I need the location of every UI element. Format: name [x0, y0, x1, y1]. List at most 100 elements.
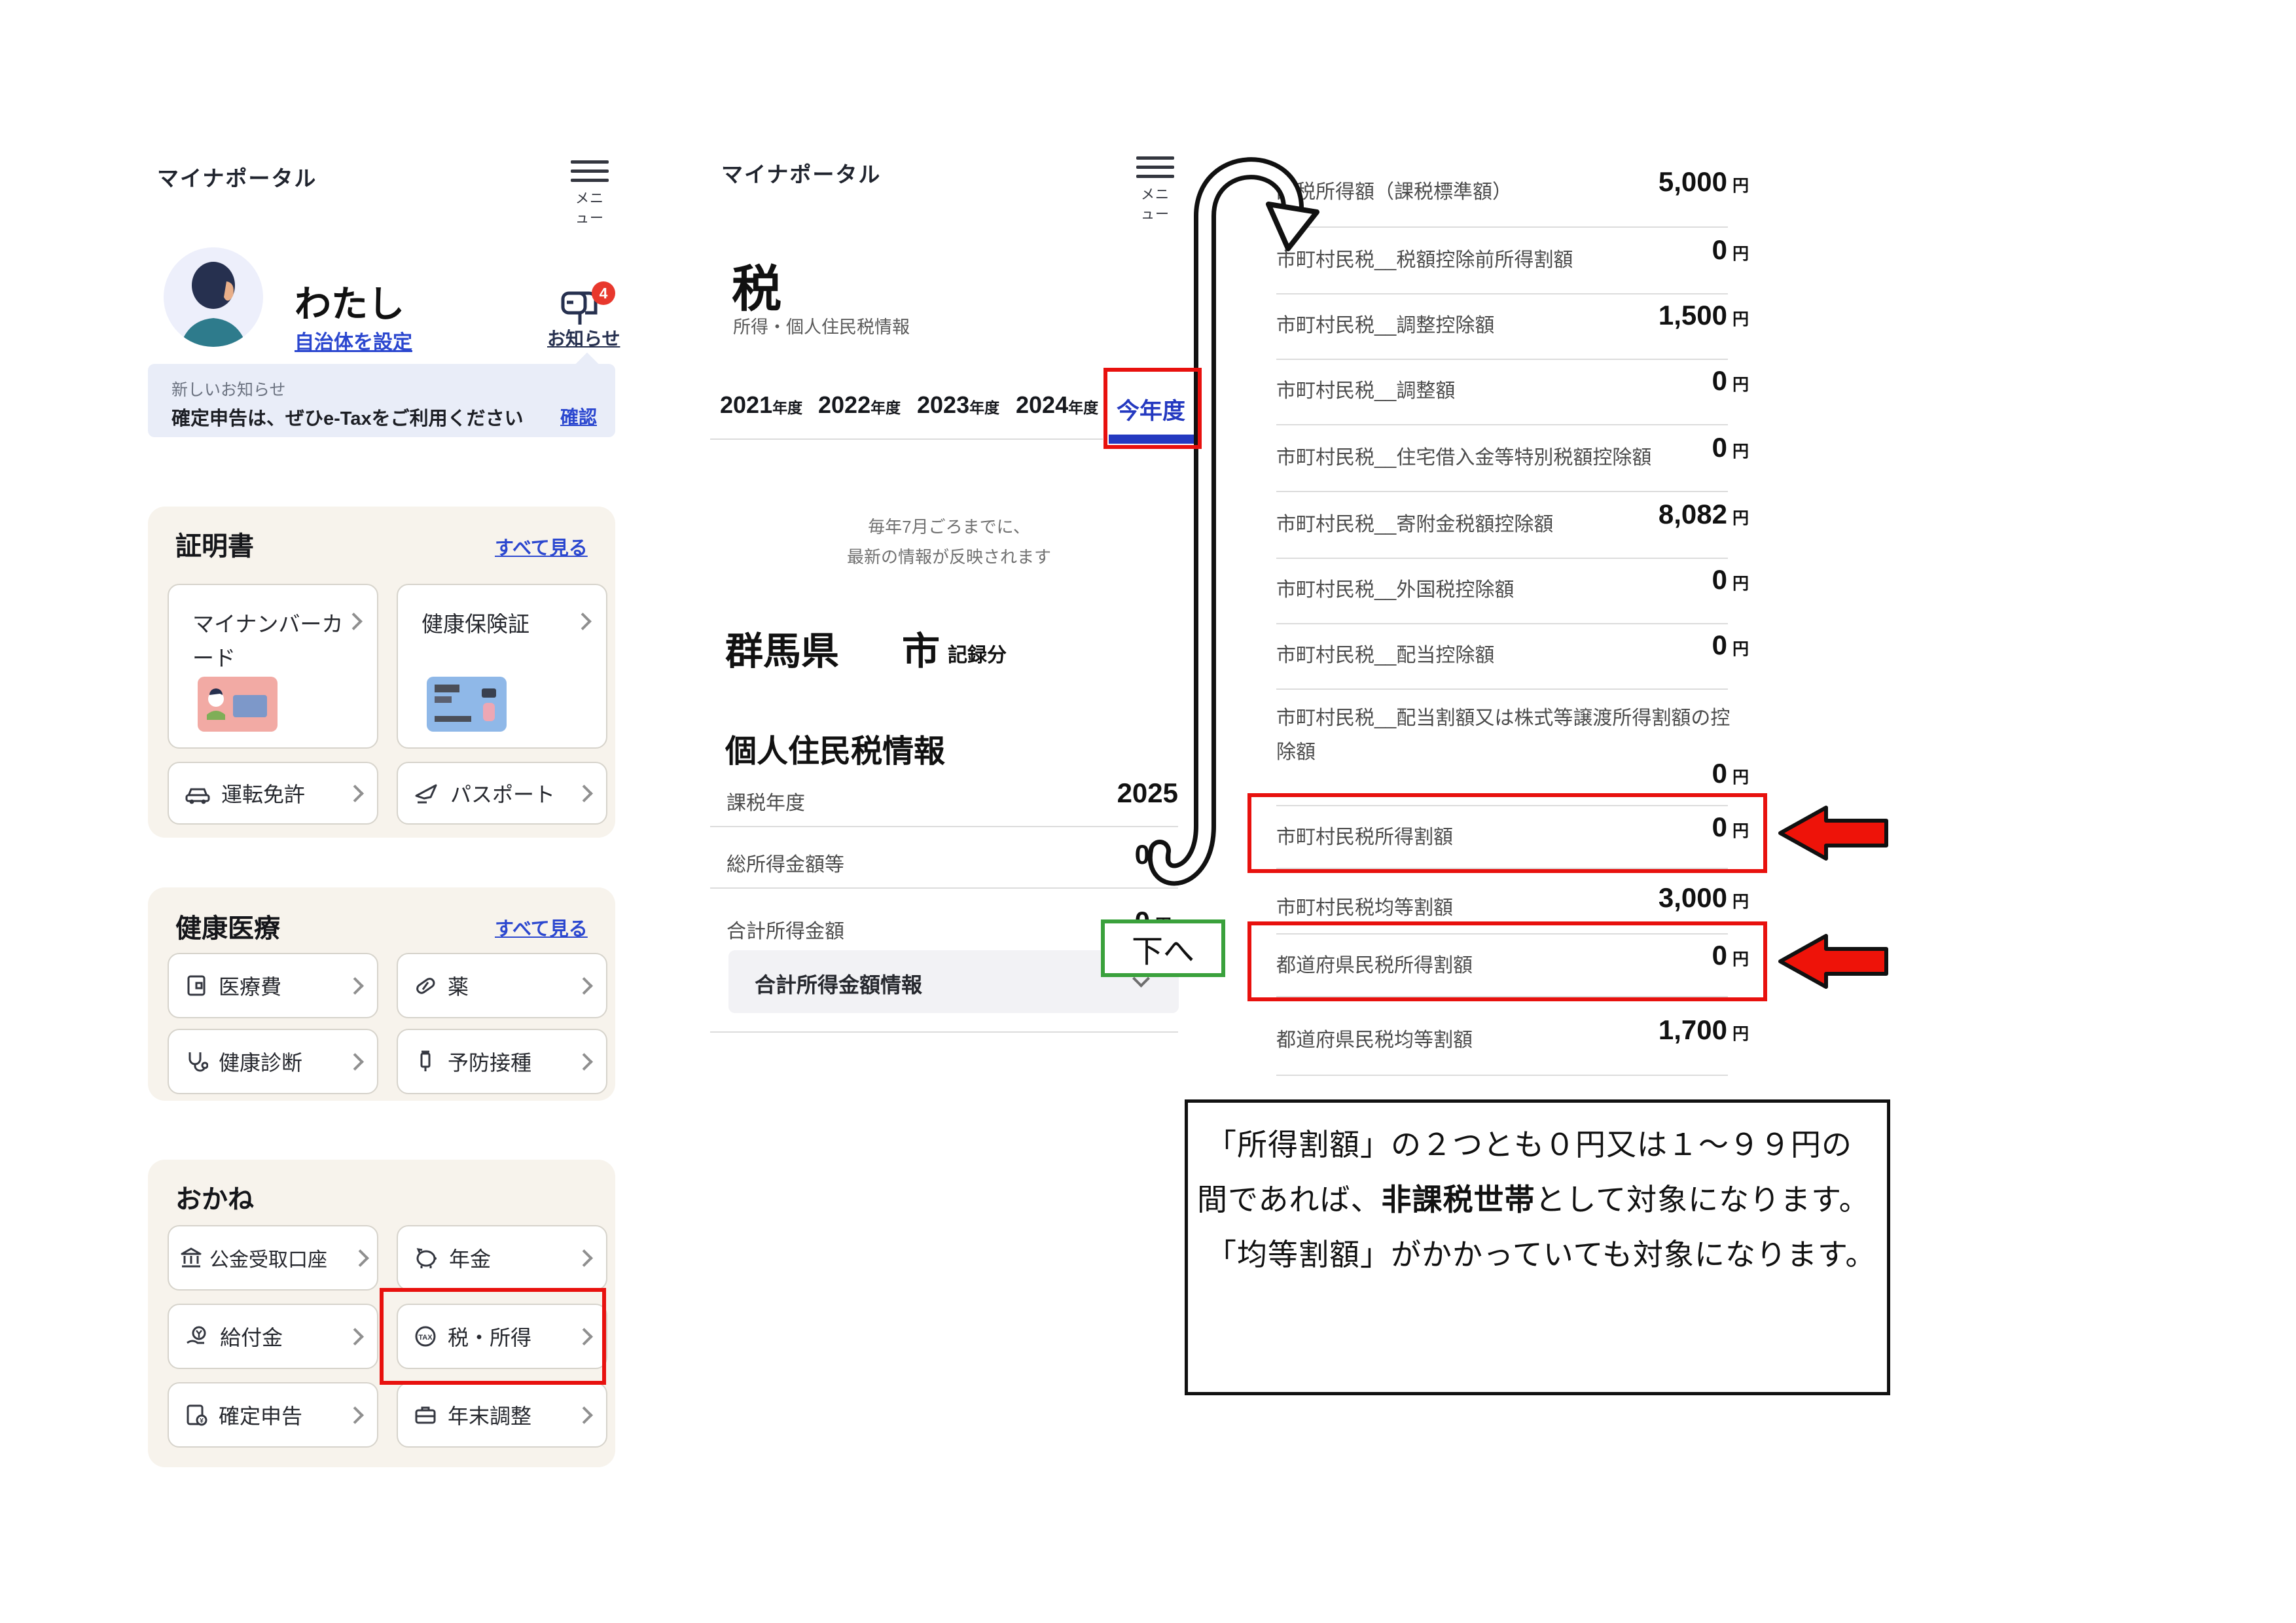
tax-row-value: 0円 [1487, 234, 1749, 266]
chevron-right-icon [575, 785, 593, 802]
tile-label: 確定申告 [219, 1400, 302, 1430]
highlight-municipal-income-levy [1247, 793, 1767, 873]
tab-2021[interactable]: 2021年度 [720, 391, 802, 419]
money-title: おかね [175, 1178, 254, 1216]
tile-label: 運転免許 [221, 778, 305, 808]
airplane-icon [414, 781, 440, 805]
app-title: マイナポータル [157, 161, 317, 192]
bank-icon [179, 1246, 203, 1270]
tile-label: 健康保険証 [422, 607, 577, 641]
tile-tax-return[interactable]: ¥ 確定申告 [168, 1382, 378, 1448]
hamburger-icon [571, 160, 609, 182]
chevron-right-icon [346, 977, 364, 995]
chevron-right-icon [575, 1053, 593, 1071]
tax-row-label: 都道府県民税均等割額 [1276, 1024, 1473, 1052]
chevron-right-icon [351, 1249, 369, 1267]
chevron-right-icon [346, 1053, 364, 1071]
tile-label: 薬 [448, 971, 469, 1001]
tax-row-value: 0円 [1487, 432, 1749, 463]
set-municipality-link[interactable]: 自治体を設定 [295, 326, 412, 355]
explanation-box: 「所得割額」の２つとも０円又は１～９９円の 間であれば、非課税世帯として対象にな… [1185, 1099, 1890, 1395]
tile-public-funds-account[interactable]: 公金受取口座 [168, 1225, 378, 1291]
tile-benefits[interactable]: 給付金 [168, 1304, 378, 1369]
menu-label: メニュー [571, 188, 609, 227]
tabs-divider [710, 438, 1103, 440]
notifications-link[interactable]: お知らせ [547, 325, 620, 351]
prefecture-name: 群馬県 [725, 620, 839, 675]
tile-label: マイナンバーカード [192, 607, 348, 675]
page-subtitle: 所得・個人住民税情報 [733, 313, 910, 338]
red-arrow-left-icon [1778, 804, 1889, 863]
insurance-card-illustration [427, 677, 507, 732]
mynumber-card-illustration [198, 677, 278, 732]
page-title: 税 [732, 249, 781, 321]
piggy-bank-icon [414, 1246, 439, 1270]
tax-row-value: 8,082円 [1487, 499, 1749, 530]
note-bold-nontax-household: 非課税世帯 [1382, 1183, 1535, 1217]
tile-mynumber-card[interactable]: マイナンバーカード [168, 584, 378, 749]
note-line-2: 間であれば、非課税世帯として対象になります。 [1197, 1176, 1870, 1219]
tile-pension[interactable]: 年金 [397, 1225, 607, 1291]
tile-health-insurance-card[interactable]: 健康保険証 [397, 584, 607, 749]
tile-label: 医療費 [219, 971, 281, 1001]
tile-drivers-license[interactable]: 運転免許 [168, 762, 378, 825]
tile-label: 年末調整 [448, 1400, 531, 1430]
notice-text: 確定申告は、ぜひe-Taxをご利用ください [171, 403, 524, 431]
tax-return-document-icon: ¥ [185, 1403, 208, 1427]
tile-label: パスポート [450, 778, 555, 808]
tax-row-value: 1,500円 [1487, 300, 1749, 331]
highlight-current-year-tab [1103, 368, 1202, 449]
refresh-note: 毎年7月ごろまでに、 最新の情報が反映されます [733, 512, 1165, 572]
chevron-right-icon [346, 1406, 364, 1424]
pill-icon [414, 974, 437, 997]
tile-label: 健康診断 [219, 1046, 302, 1077]
tax-row-value: 0円 [1487, 758, 1749, 789]
tile-medical-expenses[interactable]: 医療費 [168, 953, 378, 1018]
tax-row-value: 5,000円 [1487, 166, 1749, 198]
tab-2022[interactable]: 2022年度 [818, 391, 901, 419]
tile-label: 公金受取口座 [209, 1243, 327, 1272]
notification-badge: 4 [592, 281, 615, 305]
row-label: 総所得金額等 [726, 848, 844, 877]
app-title: マイナポータル [721, 157, 881, 188]
red-arrow-left-icon [1778, 932, 1889, 991]
tile-label: 予防接種 [448, 1046, 531, 1077]
profile-name: わたし [295, 275, 404, 328]
notice-banner: 新しいお知らせ 確定申告は、ぜひe-Taxをご利用ください 確認 [148, 364, 615, 437]
stethoscope-icon [185, 1050, 208, 1073]
menu-button[interactable]: メニュー [571, 154, 609, 227]
chevron-right-icon [346, 1328, 364, 1346]
highlight-prefectural-income-levy [1247, 921, 1767, 1001]
scroll-down-label: 下へ [1101, 919, 1225, 977]
row-label: 課税年度 [726, 787, 805, 815]
tile-vaccination[interactable]: 予防接種 [397, 1029, 607, 1094]
note-line-1: 「所得割額」の２つとも０円又は１～９９円の [1206, 1121, 1852, 1164]
page: マイナポータル メニュー わたし 自治体を設定 4 お知らせ 新しいお知らせ 確… [0, 0, 2296, 1623]
briefcase-icon [414, 1403, 437, 1427]
health-title: 健康医療 [175, 907, 280, 945]
tab-2024[interactable]: 2024年度 [1016, 391, 1098, 419]
tab-2023[interactable]: 2023年度 [917, 391, 999, 419]
section-title-resident-tax: 個人住民税情報 [725, 725, 945, 771]
benefit-money-icon [185, 1325, 209, 1348]
receipt-icon [185, 974, 208, 997]
tile-medicine[interactable]: 薬 [397, 953, 607, 1018]
tile-year-end-adjustment[interactable]: 年末調整 [397, 1382, 607, 1448]
certificates-see-all-link[interactable]: すべて見る [495, 533, 588, 560]
syringe-icon [414, 1050, 437, 1073]
tile-health-checkup[interactable]: 健康診断 [168, 1029, 378, 1094]
tax-row-value: 0円 [1487, 365, 1749, 397]
chevron-right-icon [575, 1406, 593, 1424]
row-divider [710, 826, 1178, 827]
avatar [164, 247, 263, 347]
avatar-illustration [164, 247, 263, 347]
row-divider [1276, 1075, 1728, 1076]
chevron-right-icon [346, 785, 364, 802]
tile-label: 給付金 [220, 1321, 283, 1351]
health-see-all-link[interactable]: すべて見る [495, 914, 588, 941]
tile-passport[interactable]: パスポート [397, 762, 607, 825]
row-divider [710, 1031, 1178, 1033]
highlight-tax-income-tile [380, 1288, 606, 1385]
notice-confirm-link[interactable]: 確認 [560, 403, 597, 429]
city-name: 市 [902, 620, 940, 675]
